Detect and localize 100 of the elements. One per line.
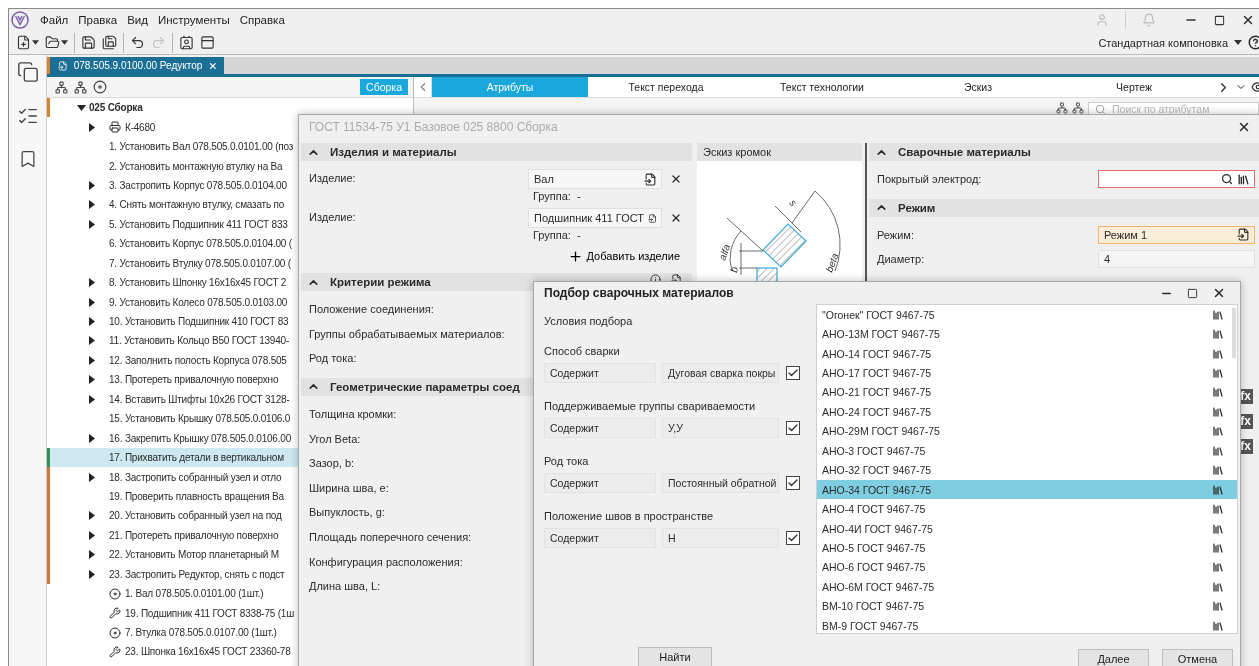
menu-item[interactable]: Вид: [122, 10, 153, 30]
condition-value-field[interactable]: У,У: [662, 418, 779, 438]
material-item[interactable]: АНО-24 ГОСТ 9467-75: [817, 402, 1237, 422]
library-icon[interactable]: [1212, 619, 1224, 632]
library-icon[interactable]: [1212, 405, 1224, 418]
caret-icon[interactable]: [87, 200, 96, 210]
library-icon[interactable]: [1212, 444, 1224, 457]
tree-row[interactable]: 025 Сборка: [47, 98, 413, 118]
material-item[interactable]: АНО-4 ГОСТ 9467-75: [817, 499, 1237, 519]
library-icon[interactable]: [1212, 503, 1224, 516]
checkbox[interactable]: [786, 366, 800, 380]
material-item[interactable]: АНО-3 ГОСТ 9467-75: [817, 441, 1237, 461]
caret-icon[interactable]: [87, 394, 96, 404]
document-icon[interactable]: [644, 172, 657, 186]
caret-icon[interactable]: [87, 180, 96, 190]
add-product-button[interactable]: Добавить изделие: [567, 247, 686, 265]
section-header[interactable]: Изделия и материалы: [301, 143, 692, 161]
operator-field[interactable]: Содержит: [544, 418, 656, 438]
remove-icon[interactable]: [670, 212, 682, 224]
menu-item[interactable]: Справка: [234, 10, 290, 30]
operator-field[interactable]: Содержит: [544, 363, 656, 383]
electrode-field[interactable]: [1098, 170, 1255, 189]
document-icon[interactable]: [648, 211, 657, 225]
layout-selector[interactable]: Стандартная компоновка: [1098, 36, 1242, 49]
checkbox[interactable]: [786, 421, 800, 435]
attribute-tab[interactable]: Текст перехода: [588, 77, 744, 97]
mode-field[interactable]: Режим 1: [1098, 225, 1255, 244]
attribute-tab[interactable]: Эскиз: [900, 77, 1056, 97]
material-item[interactable]: АНО-21 ГОСТ 9467-75: [817, 382, 1237, 403]
caret-icon[interactable]: [87, 530, 96, 540]
library-icon[interactable]: [1212, 367, 1224, 380]
library-icon[interactable]: [1212, 483, 1224, 496]
operator-field[interactable]: Содержит: [544, 473, 656, 493]
caret-icon[interactable]: [87, 511, 96, 521]
dialog-button[interactable]: Далее: [1078, 649, 1149, 666]
caret-icon[interactable]: [87, 355, 96, 365]
library-icon[interactable]: [1212, 600, 1224, 613]
caret-icon[interactable]: [77, 103, 86, 113]
library-icon[interactable]: [1212, 425, 1224, 438]
library-icon[interactable]: [1212, 580, 1224, 593]
caret-icon[interactable]: [87, 375, 96, 385]
material-item[interactable]: АНО-6 ГОСТ 9467-75: [817, 557, 1237, 578]
material-item[interactable]: АНО-6М ГОСТ 9467-75: [817, 577, 1237, 597]
dialog-button[interactable]: Отмена: [1162, 649, 1233, 666]
library-icon[interactable]: [1212, 464, 1224, 477]
section-header[interactable]: Сварочные материалы: [869, 143, 1259, 161]
close-icon[interactable]: [1241, 13, 1255, 27]
help-icon[interactable]: [1248, 35, 1259, 50]
operator-field[interactable]: Содержит: [544, 528, 656, 548]
product-field[interactable]: Вал: [528, 169, 662, 189]
caret-icon[interactable]: [87, 336, 96, 346]
menu-item[interactable]: Файл: [35, 10, 74, 30]
material-item[interactable]: АНО-32 ГОСТ 9467-75: [817, 460, 1237, 480]
library-icon[interactable]: [1212, 522, 1224, 535]
material-item[interactable]: АНО-34 ГОСТ 9467-75: [817, 479, 1237, 500]
maximize-icon[interactable]: [1214, 14, 1225, 26]
library-icon[interactable]: [1212, 328, 1224, 341]
product-field[interactable]: Подшипник 411 ГОСТ: [528, 208, 662, 228]
find-button[interactable]: Найти: [638, 647, 712, 666]
menu-item[interactable]: Инструменты: [152, 10, 235, 30]
library-icon[interactable]: [1212, 561, 1224, 574]
tree-row[interactable]: 23. Шпонка 16х16х45 ГОСТ 23360-78: [47, 642, 413, 662]
section-header[interactable]: Режим: [869, 198, 1259, 217]
checkbox[interactable]: [786, 531, 800, 545]
caret-icon[interactable]: [87, 317, 96, 327]
menu-item[interactable]: Правка: [73, 10, 123, 30]
material-item[interactable]: АНО-13М ГОСТ 9467-75: [817, 324, 1237, 344]
caret-icon[interactable]: [87, 472, 96, 482]
checkbox[interactable]: [786, 476, 800, 490]
remove-icon[interactable]: [670, 173, 682, 185]
scrollbar-thumb[interactable]: [1232, 308, 1236, 358]
tree-row[interactable]: 19. Подшипник 411 ГОСТ 8338-75 (1ш: [47, 603, 413, 623]
caret-icon[interactable]: [87, 569, 96, 579]
condition-value-field[interactable]: Дуговая сварка покры: [662, 363, 779, 383]
documents-icon[interactable]: [16, 61, 39, 83]
value-field[interactable]: 4: [1098, 250, 1255, 269]
caret-icon[interactable]: [87, 297, 96, 307]
caret-icon[interactable]: [87, 433, 96, 443]
attribute-tab[interactable]: Чертеж: [1056, 77, 1212, 97]
material-item[interactable]: АНО-4И ГОСТ 9467-75: [817, 518, 1237, 539]
condition-value-field[interactable]: Постоянный обратной: [662, 473, 779, 493]
library-icon[interactable]: [1212, 541, 1224, 554]
library-icon[interactable]: [1237, 172, 1250, 186]
material-item[interactable]: ВМ-9 ГОСТ 9467-75: [817, 616, 1237, 636]
document-icon[interactable]: [1237, 228, 1250, 242]
tree-row[interactable]: 7. Втулка 078.505.0.0107.00 (1шт.): [47, 622, 413, 643]
material-item[interactable]: АНО-14 ГОСТ 9467-75: [817, 343, 1237, 364]
material-item[interactable]: АНО-5 ГОСТ 9467-75: [817, 538, 1237, 558]
caret-icon[interactable]: [87, 219, 96, 229]
material-item[interactable]: АНО-17 ГОСТ 9467-75: [817, 363, 1237, 383]
library-icon[interactable]: [1212, 347, 1224, 360]
condition-value-field[interactable]: Н: [662, 528, 779, 548]
material-item[interactable]: ВМ-10 ГОСТ 9467-75: [817, 596, 1237, 616]
caret-icon[interactable]: [87, 550, 96, 560]
maximize-icon[interactable]: [1187, 287, 1198, 299]
search-icon[interactable]: [1221, 173, 1233, 186]
document-tab[interactable]: 078.505.9.0100.00 Редуктор: [47, 57, 224, 74]
library-icon[interactable]: [1212, 308, 1224, 321]
attribute-tab[interactable]: Текст технологии: [744, 77, 900, 97]
material-item[interactable]: АНО-29М ГОСТ 9467-75: [817, 421, 1237, 442]
